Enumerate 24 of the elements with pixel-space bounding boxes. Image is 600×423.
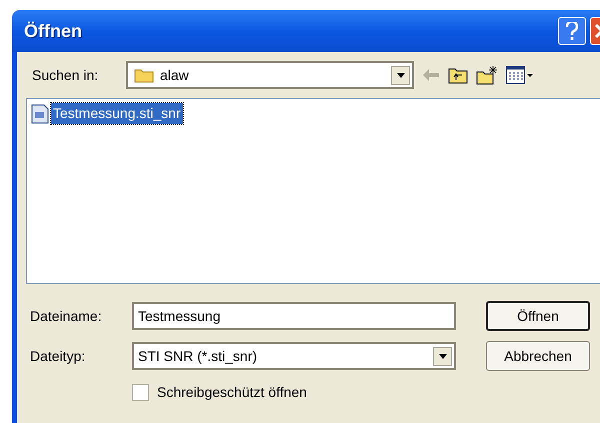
caret-icon — [396, 72, 404, 78]
help-icon — [566, 22, 578, 40]
dialog-button[interactable]: Öffnen — [486, 301, 590, 331]
file-type-dropdown[interactable]: STI SNR (*.sti_snr) — [132, 342, 456, 370]
dialog-button[interactable]: Abbrechen — [486, 341, 590, 371]
up-folder-icon[interactable] — [448, 66, 468, 84]
dropdown-button[interactable] — [391, 66, 410, 84]
look-in-label: Suchen in: — [31, 66, 100, 84]
look-in-dropdown[interactable]: alaw — [126, 61, 414, 89]
window-title: Öffnen — [24, 20, 83, 42]
file-name-field[interactable]: Testmessung — [132, 302, 456, 330]
view-menu-icon[interactable] — [506, 66, 534, 84]
caret-icon — [438, 354, 446, 358]
folder-icon — [134, 67, 154, 83]
new-folder-icon[interactable] — [476, 65, 498, 85]
dropdown-button[interactable] — [433, 346, 452, 366]
file-icon — [31, 104, 49, 124]
look-in-value: alaw — [160, 66, 190, 84]
file-name-label: Dateiname: — [29, 306, 103, 326]
file-type-value: STI SNR (*.sti_snr) — [138, 346, 258, 366]
help-button[interactable] — [558, 17, 586, 45]
read-only-checkbox[interactable] — [132, 384, 149, 400]
file-type-label: Dateityp: — [29, 346, 86, 366]
read-only-label: Schreibgeschützt öffnen — [157, 382, 307, 402]
